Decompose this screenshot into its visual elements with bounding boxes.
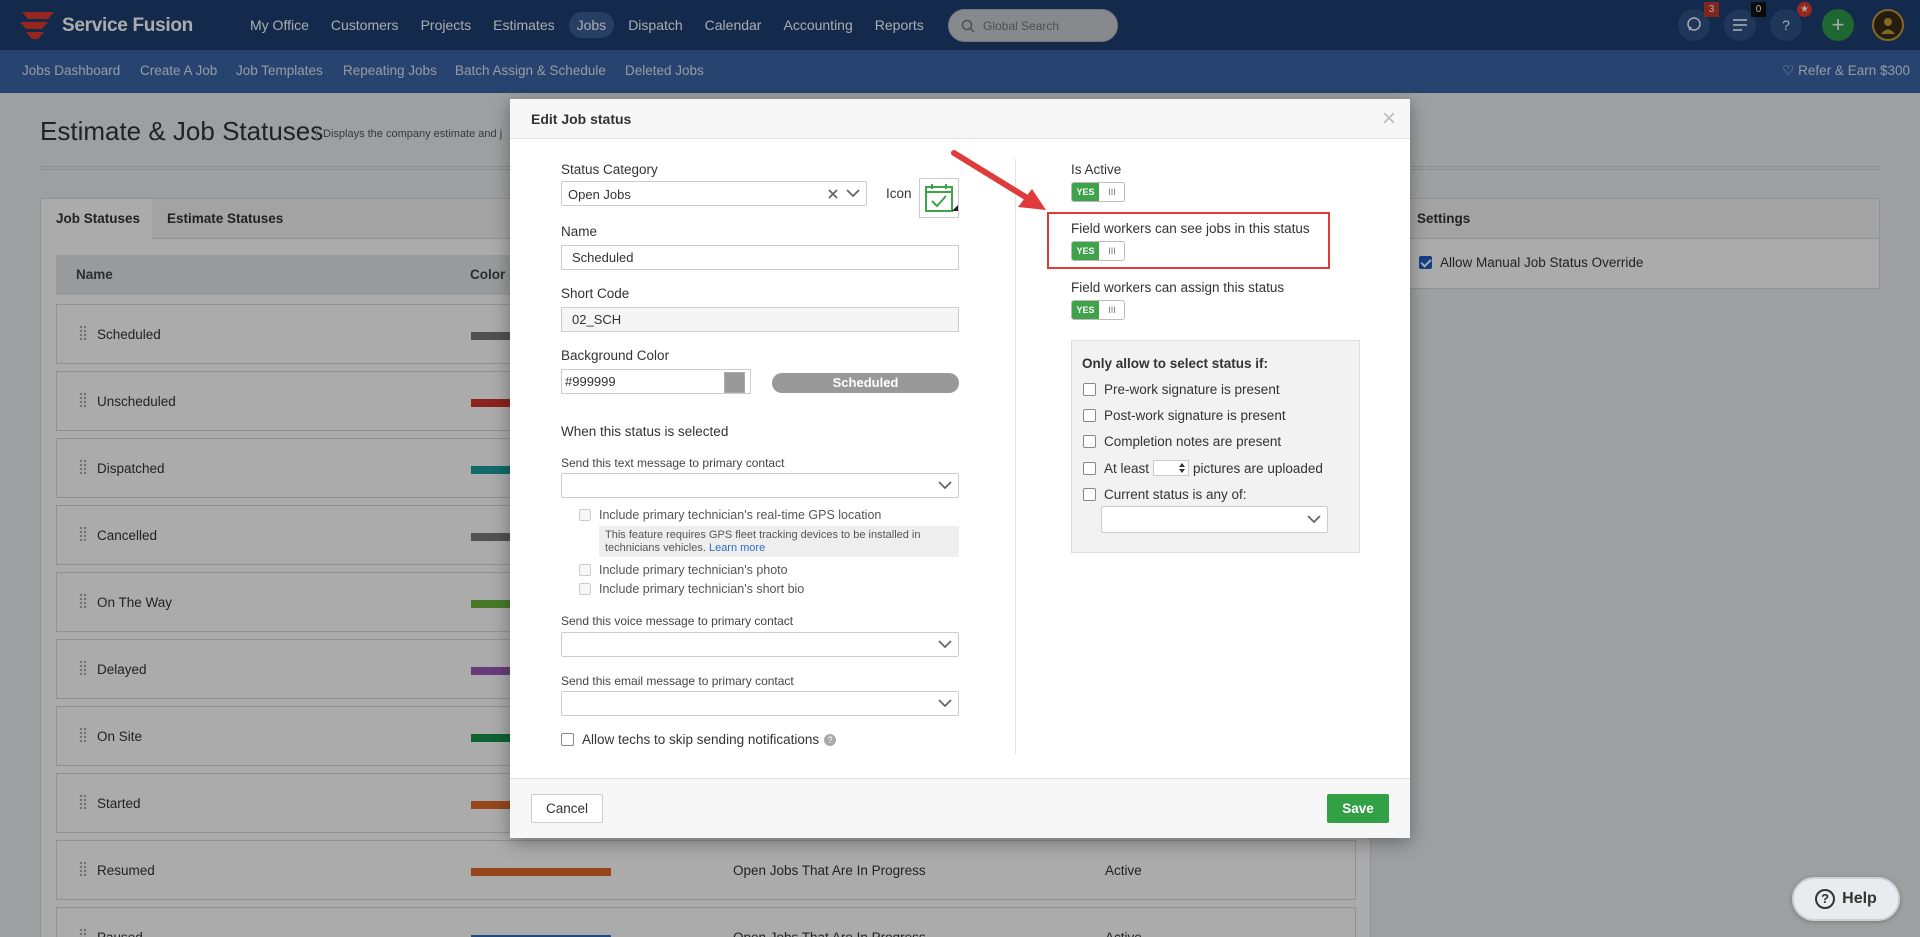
chevron-down-icon: [846, 189, 860, 198]
short-code-input[interactable]: [561, 307, 959, 332]
cond-current-label: Current status is any of:: [1104, 487, 1247, 502]
learn-more-link[interactable]: Learn more: [709, 542, 765, 554]
status-category-value: Open Jobs: [568, 187, 631, 202]
assign-status-label: Field workers can assign this status: [1071, 280, 1285, 295]
text-message-select[interactable]: [561, 473, 959, 498]
chevron-down-icon: [938, 640, 952, 649]
save-button[interactable]: Save: [1327, 794, 1389, 823]
cond-at-least-label: At least: [1104, 460, 1150, 476]
cond-current-checkbox[interactable]: [1083, 488, 1096, 501]
toggle-grip-icon: III: [1108, 187, 1116, 197]
cond-notes-option[interactable]: Completion notes are present: [1083, 434, 1281, 449]
column-divider: [1015, 159, 1016, 754]
help-label: Help: [1842, 890, 1877, 907]
text-message-label: Send this text message to primary contac…: [561, 456, 785, 470]
cond-pictures-option[interactable]: At least pictures are uploaded: [1083, 460, 1323, 476]
skip-notifications-checkbox[interactable]: [561, 733, 574, 746]
name-label: Name: [561, 224, 598, 239]
name-input[interactable]: [561, 245, 959, 270]
include-gps-option[interactable]: Include primary technician's real-time G…: [579, 508, 881, 522]
voice-message-label: Send this voice message to primary conta…: [561, 614, 794, 628]
modal-footer: Cancel Save: [510, 778, 1410, 838]
modal-header: Edit Job status ×: [510, 99, 1410, 139]
help-button[interactable]: ? Help: [1792, 877, 1900, 921]
cancel-button[interactable]: Cancel: [531, 794, 603, 823]
toggle-yes: YES: [1072, 301, 1099, 319]
cond-postwork-option[interactable]: Post-work signature is present: [1083, 408, 1286, 423]
include-photo-label: Include primary technician's photo: [599, 563, 788, 577]
stepper-arrows-icon: [1179, 463, 1186, 473]
cond-pictures-label: pictures are uploaded: [1193, 460, 1323, 476]
pictures-count-stepper[interactable]: [1153, 460, 1190, 476]
status-category-select[interactable]: Open Jobs: [561, 181, 867, 206]
status-category-label: Status Category: [561, 162, 658, 177]
conditions-box: Only allow to select status if: Pre-work…: [1071, 340, 1360, 553]
toggle-grip-icon: III: [1108, 246, 1116, 256]
include-bio-checkbox[interactable]: [579, 583, 591, 595]
short-code-label: Short Code: [561, 286, 630, 301]
gps-note: This feature requires GPS fleet tracking…: [599, 526, 959, 557]
pointer-arrow-icon: [951, 150, 1046, 210]
close-icon[interactable]: ×: [1382, 107, 1396, 131]
when-selected-heading: When this status is selected: [561, 424, 729, 439]
edit-job-status-modal: Edit Job status × Status Category Open J…: [510, 99, 1410, 838]
icon-label: Icon: [886, 186, 912, 201]
cond-notes-label: Completion notes are present: [1104, 434, 1282, 449]
background-color-label: Background Color: [561, 348, 670, 363]
info-icon[interactable]: ?: [824, 733, 837, 746]
cond-current-option[interactable]: Current status is any of:: [1083, 487, 1247, 502]
cond-prework-option[interactable]: Pre-work signature is present: [1083, 382, 1280, 397]
email-message-label: Send this email message to primary conta…: [561, 674, 794, 688]
modal-title: Edit Job status: [531, 111, 632, 127]
cond-prework-label: Pre-work signature is present: [1104, 382, 1280, 397]
cond-postwork-label: Post-work signature is present: [1104, 408, 1286, 423]
voice-message-select[interactable]: [561, 632, 959, 657]
include-gps-label: Include primary technician's real-time G…: [599, 508, 882, 522]
assign-status-toggle[interactable]: YES III: [1071, 300, 1125, 320]
see-jobs-toggle[interactable]: YES III: [1071, 241, 1125, 261]
include-gps-checkbox[interactable]: [579, 509, 591, 521]
current-status-select[interactable]: [1101, 506, 1328, 533]
background-color-input[interactable]: [561, 369, 751, 394]
cond-pictures-checkbox[interactable]: [1083, 461, 1096, 475]
cond-postwork-checkbox[interactable]: [1083, 409, 1096, 422]
include-bio-option[interactable]: Include primary technician's short bio: [579, 582, 804, 596]
chevron-down-icon: [938, 699, 952, 708]
conditions-title: Only allow to select status if:: [1082, 356, 1269, 371]
email-message-select[interactable]: [561, 691, 959, 716]
help-question-icon: ?: [1815, 889, 1836, 909]
clear-icon[interactable]: [828, 189, 838, 199]
see-jobs-label: Field workers can see jobs in this statu…: [1071, 221, 1310, 236]
toggle-yes: YES: [1072, 242, 1099, 260]
toggle-yes: YES: [1072, 183, 1099, 201]
is-active-label: Is Active: [1071, 162, 1122, 177]
include-photo-checkbox[interactable]: [579, 564, 591, 576]
cond-notes-checkbox[interactable]: [1083, 435, 1096, 448]
chevron-down-icon: [1307, 515, 1321, 524]
skip-notifications-label: Allow techs to skip sending notification…: [582, 732, 820, 747]
skip-notifications-option[interactable]: Allow techs to skip sending notification…: [561, 732, 837, 747]
status-preview-pill: Scheduled: [772, 373, 959, 393]
chevron-down-icon: [938, 481, 952, 490]
include-photo-option[interactable]: Include primary technician's photo: [579, 563, 788, 577]
is-active-toggle[interactable]: YES III: [1071, 182, 1125, 202]
include-bio-label: Include primary technician's short bio: [599, 582, 805, 596]
color-picker-swatch[interactable]: [724, 372, 745, 393]
toggle-grip-icon: III: [1108, 305, 1116, 315]
cond-prework-checkbox[interactable]: [1083, 383, 1096, 396]
